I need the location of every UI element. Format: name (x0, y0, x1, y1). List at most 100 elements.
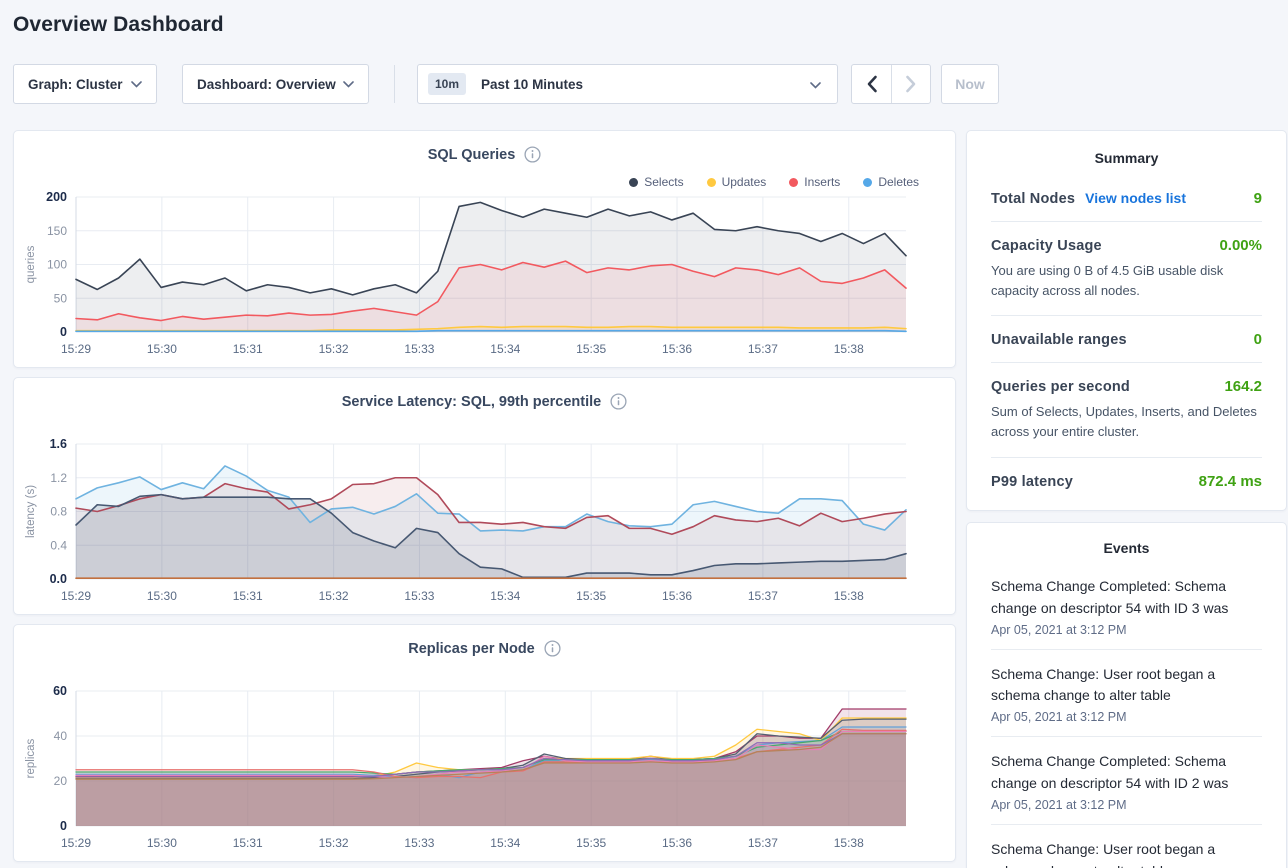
sql-queries-panel: SQL Queries Selects Updates Inserts Deletes… (13, 130, 956, 368)
event-message: Schema Change Completed: Schema change o… (991, 576, 1262, 620)
chart-title: Service Latency: SQL, 99th percentile (342, 394, 602, 410)
info-circle-icon[interactable] (544, 640, 561, 657)
series-line-deletes (76, 331, 906, 332)
now-button[interactable]: Now (941, 64, 999, 104)
info-circle-icon[interactable] (524, 146, 541, 163)
summary-row-value: 0.00% (1219, 237, 1262, 254)
chart-title: SQL Queries (428, 147, 516, 163)
time-prev-button[interactable] (852, 65, 891, 103)
replicas-per-node-chart: 15:2915:3015:3115:3215:3315:3415:3515:36… (14, 683, 955, 864)
svg-text:15:35: 15:35 (576, 589, 606, 603)
legend-dot-icon (863, 178, 872, 187)
summary-row: Unavailable ranges 0 (991, 316, 1262, 363)
controls-bar: Graph: Cluster Dashboard: Overview 10m P… (13, 64, 1288, 104)
svg-text:15:29: 15:29 (61, 836, 91, 850)
summary-title: Summary (991, 150, 1262, 166)
event-item[interactable]: Schema Change: User root began a schema … (991, 650, 1262, 738)
svg-text:0.8: 0.8 (50, 505, 67, 519)
svg-text:15:35: 15:35 (576, 342, 606, 356)
svg-text:150: 150 (47, 224, 67, 238)
svg-text:15:32: 15:32 (319, 589, 349, 603)
legend-item-selects[interactable]: Selects (629, 175, 683, 189)
summary-row-value: 0 (1254, 331, 1262, 348)
svg-text:50: 50 (54, 291, 68, 305)
svg-text:15:33: 15:33 (404, 342, 434, 356)
svg-text:60: 60 (53, 684, 67, 698)
svg-text:15:33: 15:33 (404, 836, 434, 850)
legend-label: Selects (644, 175, 683, 189)
summary-row: Capacity Usage 0.00% You are using 0 B of … (991, 222, 1262, 316)
summary-row-label: Capacity Usage (991, 238, 1102, 254)
event-item[interactable]: Schema Change Completed: Schema change o… (991, 562, 1262, 650)
svg-text:15:37: 15:37 (748, 589, 778, 603)
summary-row: Queries per second 164.2 Sum of Selects, U… (991, 363, 1262, 457)
y-axis-unit-label: replicas (25, 738, 37, 778)
svg-text:15:38: 15:38 (834, 342, 864, 356)
info-circle-icon[interactable] (610, 393, 627, 410)
svg-text:15:30: 15:30 (147, 836, 177, 850)
events-title: Events (991, 540, 1262, 556)
summary-row-label: Unavailable ranges (991, 332, 1127, 348)
svg-text:15:35: 15:35 (576, 836, 606, 850)
legend-item-inserts[interactable]: Inserts (789, 175, 840, 189)
summary-row: Total Nodes View nodes list 9 (991, 175, 1262, 222)
legend-item-deletes[interactable]: Deletes (863, 175, 919, 189)
chevron-right-icon (905, 75, 917, 93)
time-range-dropdown[interactable]: 10m Past 10 Minutes (417, 64, 838, 104)
svg-text:15:38: 15:38 (834, 589, 864, 603)
svg-text:1.6: 1.6 (50, 437, 67, 451)
main-content: SQL Queries Selects Updates Inserts Deletes… (13, 130, 1288, 868)
legend-item-updates[interactable]: Updates (707, 175, 767, 189)
y-axis-unit-label: queries (25, 245, 37, 283)
svg-text:200: 200 (46, 190, 67, 204)
summary-row-label: Queries per second (991, 379, 1130, 395)
svg-text:15:38: 15:38 (834, 836, 864, 850)
event-item[interactable]: Schema Change Completed: Schema change o… (991, 737, 1262, 825)
event-message: Schema Change: User root began a schema … (991, 664, 1262, 708)
svg-text:15:31: 15:31 (233, 342, 263, 356)
summary-row-description: You are using 0 B of 4.5 GiB usable disk… (991, 261, 1262, 301)
svg-text:15:34: 15:34 (490, 342, 520, 356)
svg-text:15:36: 15:36 (662, 589, 692, 603)
dashboard-dropdown-label: Dashboard: Overview (197, 77, 336, 92)
svg-text:100: 100 (47, 258, 67, 272)
replicas-per-node-panel: Replicas per Node 15:2915:3015:3115:3215… (13, 624, 956, 862)
time-next-button[interactable] (891, 65, 930, 103)
time-range-label: Past 10 Minutes (481, 77, 583, 92)
sql-queries-chart: 15:2915:3015:3115:3215:3315:3415:3515:36… (14, 189, 955, 370)
controls-divider (394, 65, 395, 103)
svg-text:20: 20 (54, 774, 68, 788)
dashboard-dropdown[interactable]: Dashboard: Overview (182, 64, 369, 104)
summary-row-value: 9 (1254, 190, 1262, 207)
svg-text:0: 0 (60, 819, 67, 833)
chevron-down-icon (810, 82, 821, 89)
time-range-badge: 10m (428, 73, 466, 95)
replicas-per-node-svg: 15:2915:3015:3115:3215:3315:3415:3515:36… (14, 683, 955, 859)
chart-title-row: Service Latency: SQL, 99th percentile (14, 391, 955, 412)
event-item[interactable]: Schema Change: User root began a schema … (991, 825, 1262, 868)
chevron-down-icon (131, 81, 142, 88)
summary-panel: Summary Total Nodes View nodes list 9 Capac… (966, 130, 1287, 511)
summary-row-label: Total Nodes (991, 191, 1075, 207)
legend-dot-icon (789, 178, 798, 187)
events-panel: Events Schema Change Completed: Schema c… (966, 522, 1287, 868)
summary-row-description: Sum of Selects, Updates, Inserts, and De… (991, 402, 1262, 442)
page-title: Overview Dashboard (0, 0, 1288, 37)
side-column: Summary Total Nodes View nodes list 9 Capac… (966, 130, 1287, 868)
summary-row: P99 latency872.4 ms (991, 458, 1262, 504)
legend-dot-icon (707, 178, 716, 187)
service-latency-panel: Service Latency: SQL, 99th percentile 15… (13, 377, 956, 615)
svg-text:15:36: 15:36 (662, 836, 692, 850)
view-nodes-list-link[interactable]: View nodes list (1085, 190, 1186, 206)
svg-text:15:37: 15:37 (748, 342, 778, 356)
svg-text:0.4: 0.4 (50, 538, 67, 552)
graph-dropdown[interactable]: Graph: Cluster (13, 64, 157, 104)
svg-text:15:29: 15:29 (61, 342, 91, 356)
summary-row-value: 164.2 (1224, 378, 1262, 395)
svg-text:15:34: 15:34 (490, 589, 520, 603)
svg-text:1.2: 1.2 (50, 471, 67, 485)
summary-rows: Total Nodes View nodes list 9 Capacity Usag… (991, 175, 1262, 504)
svg-text:15:31: 15:31 (233, 836, 263, 850)
svg-text:15:32: 15:32 (319, 342, 349, 356)
svg-text:15:33: 15:33 (404, 589, 434, 603)
